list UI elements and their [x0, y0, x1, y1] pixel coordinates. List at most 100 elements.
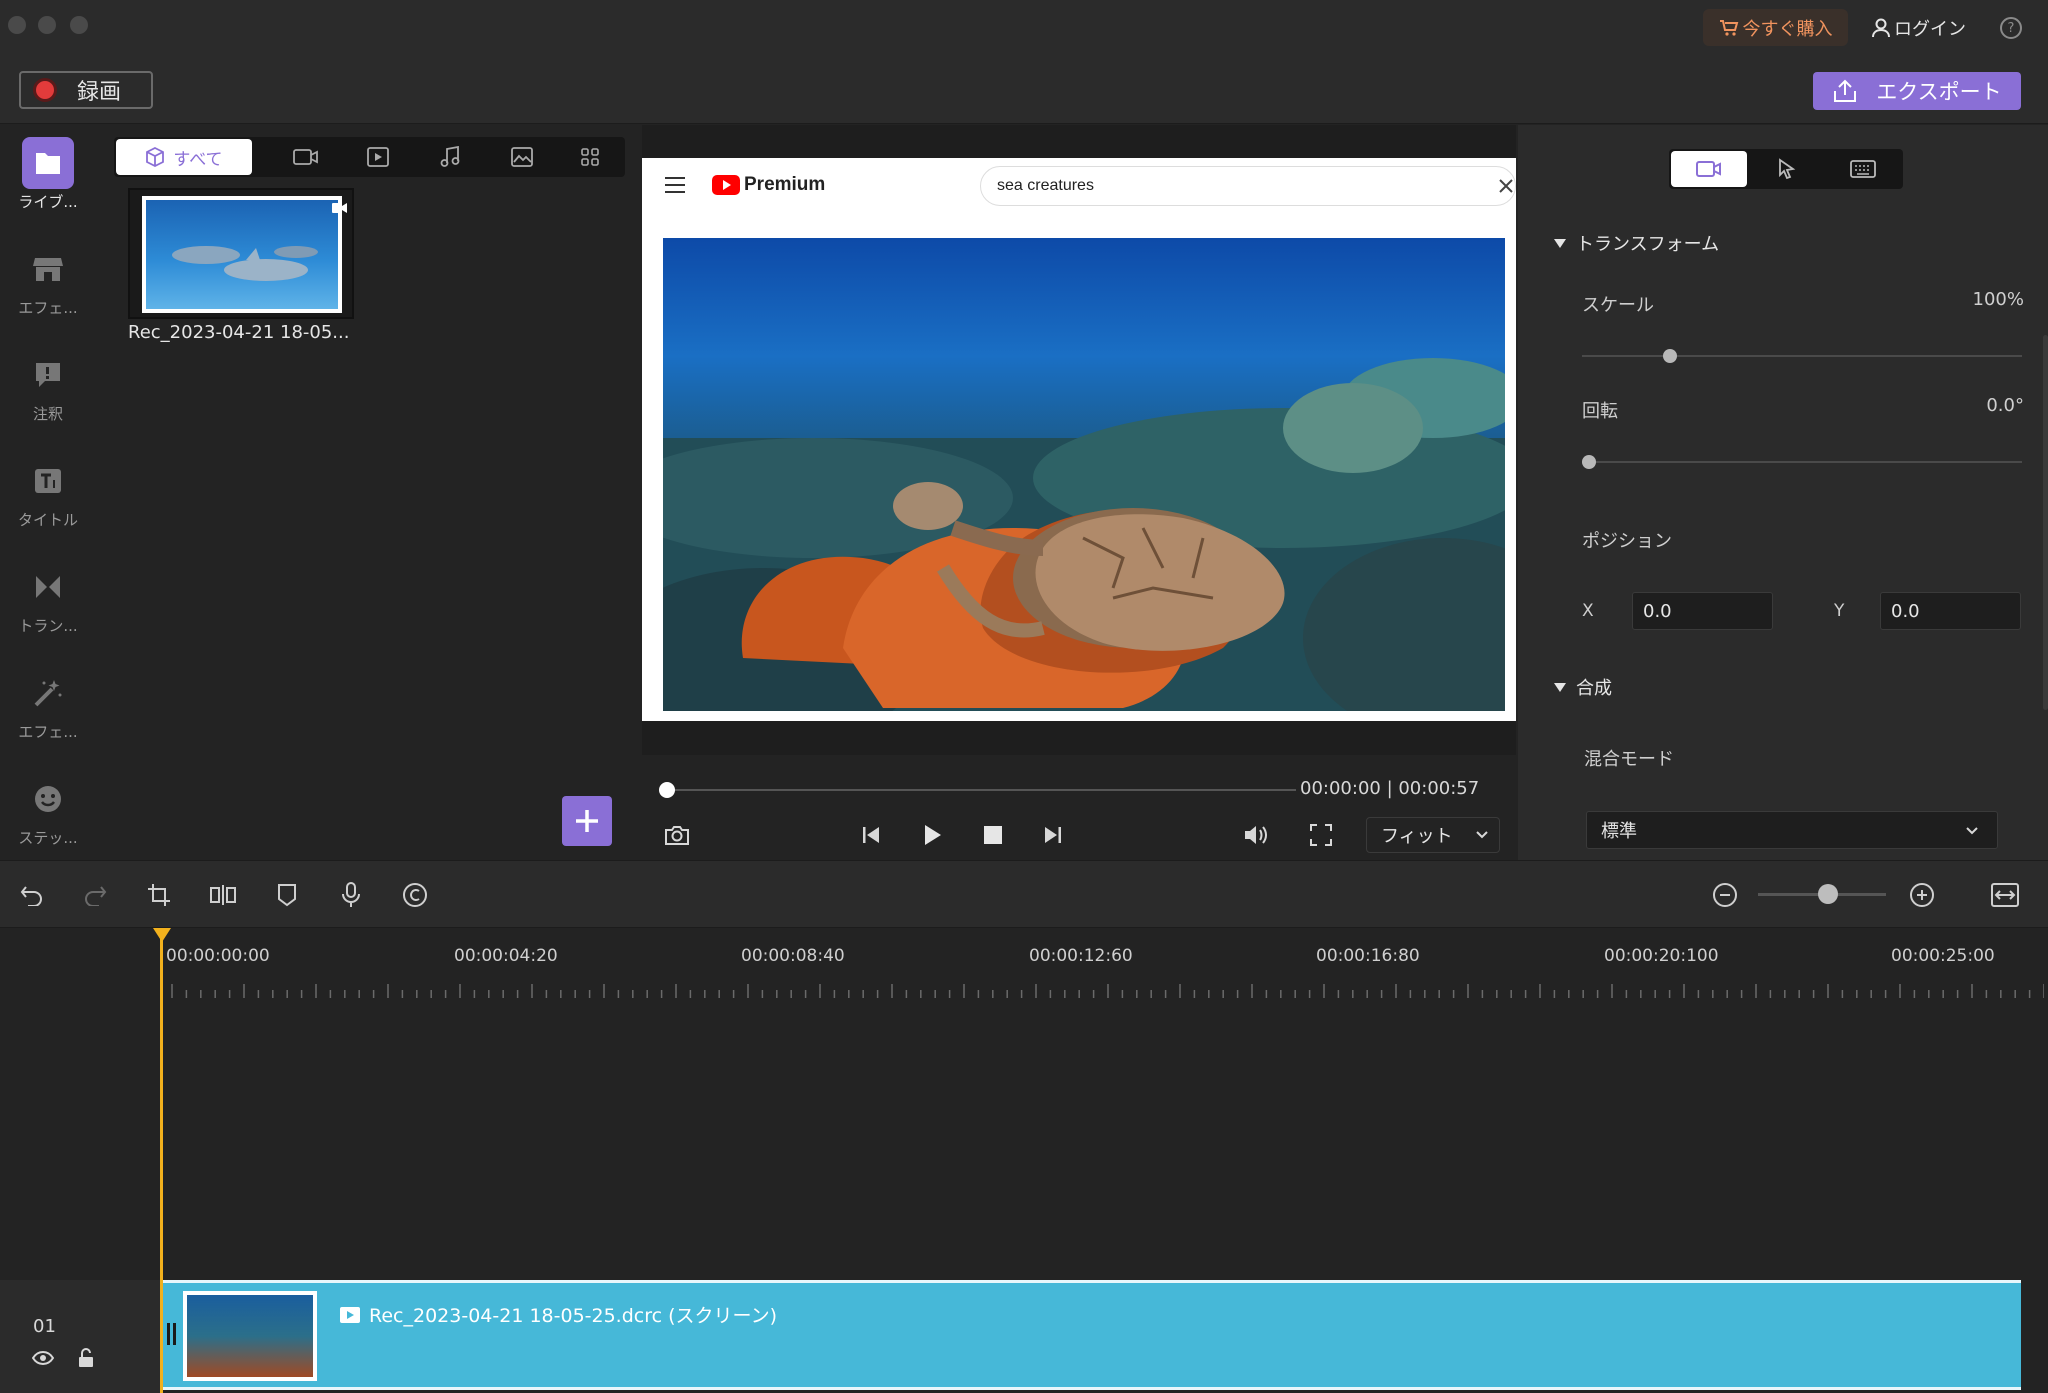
scrubber-knob[interactable]: [659, 782, 675, 798]
sidebar-item-label: トラン...: [18, 617, 78, 635]
tab-video[interactable]: [270, 139, 342, 175]
sidebar-item-effects-store[interactable]: エフェ...: [0, 243, 96, 333]
sidebar-item-transition[interactable]: トラン...: [0, 561, 96, 651]
next-frame-button[interactable]: [1039, 821, 1067, 849]
fit-width-icon: [1991, 883, 2019, 907]
music-note-icon: [440, 146, 460, 167]
undo-icon: [20, 886, 42, 906]
zoom-fit-select[interactable]: フィット: [1366, 817, 1500, 853]
snapshot-button[interactable]: [663, 821, 691, 849]
video-camera-icon: [293, 149, 318, 165]
tab-all[interactable]: すべて: [116, 139, 252, 175]
zoom-in-button[interactable]: [1908, 881, 1936, 909]
skip-back-icon: [863, 827, 879, 843]
play-button[interactable]: [918, 821, 946, 849]
transition-icon: [22, 561, 74, 613]
timeline-toolbar: [0, 860, 2048, 928]
undo-button[interactable]: [18, 881, 46, 909]
export-icon: [1834, 79, 1857, 102]
timeline-ruler-ticks[interactable]: [164, 982, 2044, 1002]
preview-panel: Premium sea creatures 00:00:00 | 00:00:5…: [642, 125, 1516, 860]
properties-scrollbar[interactable]: [2043, 335, 2048, 710]
position-y-input[interactable]: 0.0: [1880, 592, 2021, 630]
tab-video-properties[interactable]: [1671, 151, 1747, 187]
record-button[interactable]: 録画: [19, 71, 153, 109]
sidebar-item-annotation[interactable]: 注釈: [0, 349, 96, 439]
scrubber-track[interactable]: [666, 789, 1296, 791]
video-canvas[interactable]: Premium sea creatures: [642, 158, 1516, 721]
maximize-window-button[interactable]: [70, 16, 88, 34]
tab-cursor-properties[interactable]: [1749, 151, 1825, 187]
buy-now-button[interactable]: 今すぐ購入: [1703, 9, 1848, 46]
minimize-window-button[interactable]: [38, 16, 56, 34]
sidebar-item-title[interactable]: タイトル: [0, 455, 96, 545]
stop-button[interactable]: [979, 821, 1007, 849]
zoom-fit-label: フィット: [1381, 826, 1453, 847]
youtube-brand-label: Premium: [744, 174, 826, 195]
scale-label: スケール: [1582, 295, 1654, 316]
volume-button[interactable]: [1242, 821, 1270, 849]
timeline-clip[interactable]: Rec_2023-04-21 18-05-25.dcrc (スクリーン): [163, 1280, 2021, 1390]
split-button[interactable]: [209, 881, 237, 909]
tab-screen-recording[interactable]: [342, 139, 414, 175]
sidebar-item-effects[interactable]: エフェ...: [0, 667, 96, 757]
scale-slider-track[interactable]: [1582, 355, 2022, 357]
microphone-icon: [342, 882, 360, 907]
title-icon: [22, 455, 74, 507]
rotation-slider-knob[interactable]: [1582, 455, 1596, 469]
zoom-out-button[interactable]: [1711, 881, 1739, 909]
user-icon: [1872, 18, 1890, 38]
previous-frame-button[interactable]: [857, 821, 885, 849]
tab-image[interactable]: [486, 139, 558, 175]
fullscreen-button[interactable]: [1307, 821, 1335, 849]
timeline-zoom-knob[interactable]: [1818, 884, 1838, 904]
tab-all-label: すべて: [173, 149, 223, 170]
fit-timeline-button[interactable]: [1991, 881, 2019, 909]
watermark-button[interactable]: [401, 881, 429, 909]
help-icon[interactable]: ?: [2000, 17, 2022, 39]
position-label: ポジション: [1582, 531, 1672, 552]
playhead-handle[interactable]: [153, 928, 171, 942]
properties-panel: トランスフォーム スケール 100% 回転 0.0° ポジション X 0.0 Y…: [1518, 125, 2048, 860]
eye-icon[interactable]: [32, 1350, 54, 1366]
media-library: すべて Rec_2023-04-21 18-05...: [96, 125, 640, 860]
login-button[interactable]: ログイン: [1872, 12, 1966, 44]
export-button[interactable]: エクスポート: [1813, 72, 2021, 110]
tab-audio[interactable]: [414, 139, 486, 175]
sticker-icon: [22, 773, 74, 825]
sidebar-item-sticker[interactable]: ステッ...: [0, 773, 96, 863]
grid-icon: [581, 148, 599, 166]
tab-grid-view[interactable]: [558, 139, 622, 175]
record-label: 録画: [77, 80, 122, 105]
video-youtube-header: Premium sea creatures: [642, 158, 1516, 213]
sidebar-item-library[interactable]: ライブ...: [0, 137, 96, 227]
hamburger-menu-icon: [665, 177, 685, 193]
blend-mode-label: 混合モード: [1584, 749, 1674, 770]
tab-keyboard-properties[interactable]: [1825, 151, 1901, 187]
blend-mode-select[interactable]: 標準: [1586, 811, 1998, 849]
zoom-out-icon: [1713, 883, 1737, 907]
section-transform-header[interactable]: トランスフォーム: [1554, 230, 1719, 256]
media-thumbnail[interactable]: [128, 188, 354, 319]
effects-wand-icon: [22, 667, 74, 719]
cart-icon: [1719, 19, 1738, 36]
close-window-button[interactable]: [8, 16, 26, 34]
playhead[interactable]: [160, 928, 163, 1393]
collapse-triangle-icon: [1554, 682, 1566, 692]
video-frame-sea-turtle: [663, 238, 1505, 711]
keyboard-icon: [1850, 160, 1876, 178]
copyright-icon: [403, 883, 427, 907]
scale-slider-knob[interactable]: [1663, 349, 1677, 363]
rotation-slider-track[interactable]: [1582, 461, 2022, 463]
voiceover-button[interactable]: [337, 881, 365, 909]
crop-button[interactable]: [145, 881, 173, 909]
redo-button[interactable]: [81, 881, 109, 909]
section-composite-header[interactable]: 合成: [1554, 674, 1612, 700]
unlock-icon[interactable]: [77, 1348, 95, 1368]
playback-timecode: 00:00:00 | 00:00:57: [1300, 778, 1480, 799]
position-x-input[interactable]: 0.0: [1632, 592, 1773, 630]
scale-value: 100%: [1972, 289, 2024, 310]
marker-button[interactable]: [273, 881, 301, 909]
clip-trim-handle[interactable]: [167, 1323, 176, 1345]
add-media-button[interactable]: [562, 796, 612, 846]
